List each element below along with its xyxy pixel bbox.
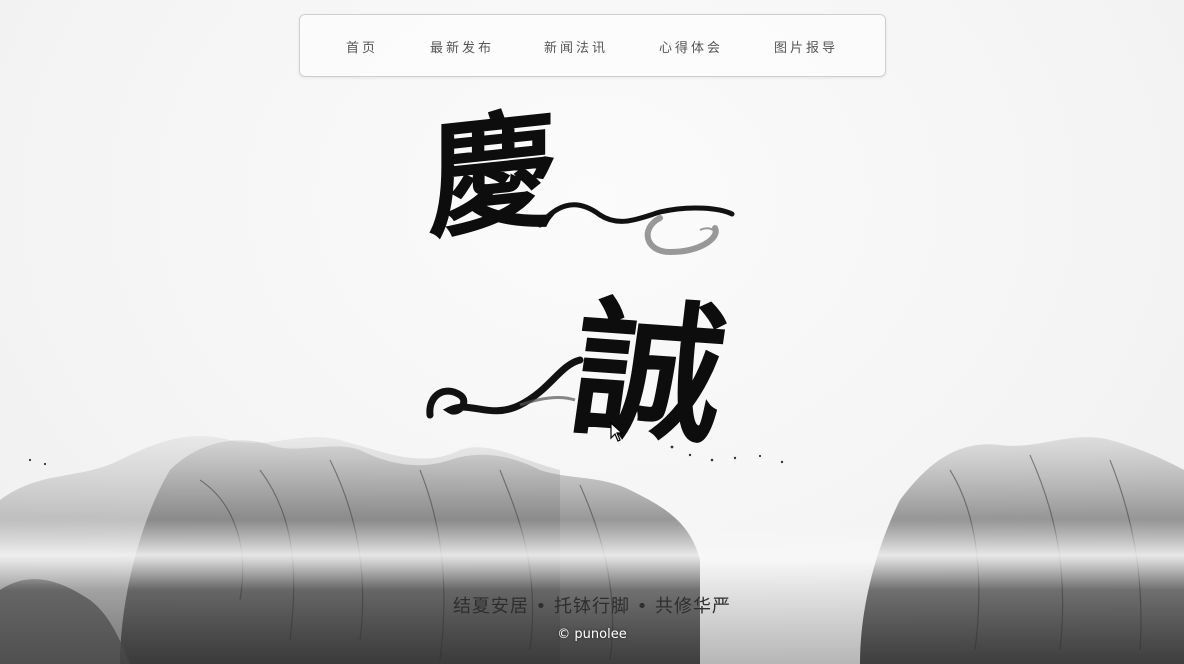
nav-item-home[interactable]: 首页	[346, 37, 378, 56]
nav-item-reflections[interactable]: 心得体会	[659, 37, 723, 56]
top-navigation-bar: 首页 最新发布 新闻法讯 心得体会 图片报导	[299, 14, 886, 77]
page: 慶 誠 首页 最新发布 新闻法讯 心得体会 图片报导 结夏安居 • 托钵行脚 •…	[0, 0, 1184, 664]
nav-item-photo-reports[interactable]: 图片报导	[774, 37, 838, 56]
calligraphy-glyph-top: 慶	[428, 93, 556, 259]
mouse-pointer-icon	[610, 422, 624, 442]
copyright-notice: © punolee	[557, 627, 627, 642]
nav-item-news[interactable]: 新闻法讯	[544, 37, 608, 56]
calligraphy-glyph-bottom: 誠	[561, 280, 737, 466]
nav-item-latest[interactable]: 最新发布	[430, 37, 494, 56]
tagline: 结夏安居 • 托钵行脚 • 共修华严	[452, 596, 732, 617]
